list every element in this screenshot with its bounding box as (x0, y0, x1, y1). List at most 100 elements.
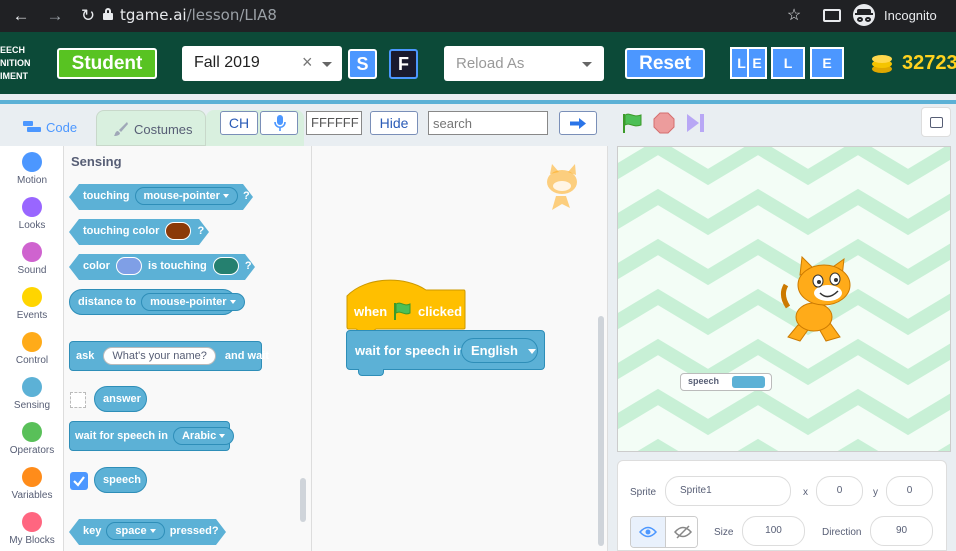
term-select[interactable]: Fall 2019 × (182, 46, 342, 81)
sprite-info-pane: Sprite Sprite1 x 0 y 0 Size 100 Directio… (617, 460, 947, 551)
step-forward-icon[interactable] (685, 112, 707, 134)
block-key-pressed[interactable]: key space pressed? (69, 519, 226, 545)
incognito-label: Incognito (884, 8, 937, 23)
block-speech[interactable]: speech (94, 467, 147, 493)
color-swatch[interactable] (116, 257, 142, 275)
ask-text-input[interactable]: What's your name? (103, 347, 216, 366)
small-stage-icon (930, 117, 943, 128)
category-label: Variables (11, 490, 53, 501)
block-touching[interactable]: touching mouse-pointer ? (69, 184, 253, 210)
go-arrow-button[interactable] (559, 111, 597, 135)
stop-icon[interactable] (653, 112, 675, 134)
block-distance-to[interactable]: distance to mouse-pointer (69, 289, 245, 315)
ch-button[interactable]: CH (220, 111, 258, 135)
bookmark-star-icon[interactable]: ☆ (783, 5, 805, 27)
block-text: touching (83, 190, 130, 202)
block-color-is-touching[interactable]: color is touching ? (69, 254, 255, 280)
block-text: distance to (78, 296, 137, 308)
microphone-button[interactable] (260, 111, 298, 135)
speech-monitor-label: speech (688, 376, 720, 386)
category-operators[interactable]: Operators (0, 422, 64, 456)
green-flag-icon (394, 302, 411, 320)
stage[interactable]: speech (617, 146, 951, 452)
s-button[interactable]: S (348, 49, 377, 79)
show-button[interactable] (631, 517, 665, 547)
color-hex-input[interactable]: FFFFFF (306, 111, 362, 135)
letter-tile[interactable]: E (747, 47, 767, 79)
stage-layout-button[interactable] (921, 107, 951, 137)
hide-sprite-button[interactable] (665, 517, 697, 547)
tab-costumes-label: Costumes (134, 122, 193, 137)
cat-sprite[interactable] (778, 255, 868, 345)
address-bar[interactable]: tgame.ai/lesson/LIA8 (120, 6, 277, 24)
category-label: Events (16, 310, 48, 321)
eye-icon (639, 526, 657, 538)
student-button[interactable]: Student (57, 48, 157, 79)
reload-icon[interactable]: ↻ (77, 5, 99, 27)
clear-icon[interactable]: × (302, 52, 313, 73)
incognito-icon[interactable] (853, 4, 875, 26)
search-input[interactable] (428, 111, 548, 135)
motion-dot-icon (22, 152, 42, 172)
checkmark-icon (73, 476, 85, 487)
cast-icon[interactable] (823, 9, 841, 22)
direction-input[interactable]: 90 (870, 516, 933, 546)
language-dropdown[interactable]: English (461, 338, 538, 363)
x-input[interactable]: 0 (816, 476, 863, 506)
mouse-pointer-dropdown[interactable]: mouse-pointer (141, 293, 245, 312)
category-variables[interactable]: Variables (0, 467, 64, 501)
category-sound[interactable]: Sound (0, 242, 64, 276)
wait-for-speech-block[interactable]: wait for speech in English (346, 330, 545, 370)
tab-code-label: Code (46, 120, 78, 135)
block-text: touching color (83, 225, 160, 237)
block-text: ? (242, 190, 250, 202)
speech-checkbox[interactable] (70, 472, 88, 490)
green-flag-icon[interactable] (621, 112, 643, 134)
mouse-pointer-dropdown[interactable]: mouse-pointer (135, 187, 238, 205)
brand-line: IMENT (0, 71, 28, 81)
block-wait-for-speech[interactable]: wait for speech in Arabic (69, 421, 235, 451)
reset-button[interactable]: Reset (625, 48, 705, 79)
category-label: My Blocks (9, 535, 55, 546)
language-dropdown[interactable]: Arabic (172, 427, 235, 446)
category-motion[interactable]: Motion (0, 152, 64, 186)
hide-button[interactable]: Hide (370, 111, 418, 135)
script-scrollbar[interactable] (598, 316, 604, 546)
y-input[interactable]: 0 (886, 476, 933, 506)
category-looks[interactable]: Looks (0, 197, 64, 231)
dropdown-value: English (471, 343, 518, 358)
event-clicked-label: clicked (418, 304, 463, 319)
dropdown-value: mouse-pointer (150, 296, 227, 309)
sprite-label: Sprite (630, 487, 657, 498)
category-events[interactable]: Events (0, 287, 64, 321)
back-arrow-icon[interactable]: ← (10, 5, 32, 27)
letter-tile[interactable]: E (810, 47, 844, 79)
category-my-blocks[interactable]: My Blocks (0, 512, 64, 546)
reload-as-select[interactable]: Reload As (444, 46, 604, 81)
forward-arrow-icon[interactable]: → (44, 5, 66, 27)
url-path: /lesson/LIA8 (186, 6, 277, 24)
color-swatch[interactable] (213, 257, 239, 275)
sprite-name-input[interactable]: Sprite1 (665, 476, 791, 506)
category-sensing[interactable]: Sensing (0, 377, 64, 411)
speech-monitor[interactable]: speech (680, 373, 772, 391)
category-control[interactable]: Control (0, 332, 64, 366)
tab-code[interactable]: Code (3, 108, 95, 146)
palette-scrollbar[interactable] (300, 478, 306, 522)
answer-checkbox[interactable] (70, 392, 86, 408)
block-answer[interactable]: answer (94, 386, 147, 412)
key-dropdown[interactable]: space (106, 522, 164, 540)
block-text: wait for speech in (75, 430, 168, 442)
dropdown-value: space (115, 525, 147, 538)
tab-costumes[interactable]: Costumes (96, 110, 206, 146)
f-button[interactable]: F (389, 49, 418, 79)
category-label: Sound (17, 265, 47, 276)
block-touching-color[interactable]: touching color ? (69, 219, 209, 245)
size-input[interactable]: 100 (742, 516, 805, 546)
letter-tile[interactable]: L (771, 47, 805, 79)
block-ask-and-wait[interactable]: ask What's your name? and wait (69, 341, 269, 371)
block-text: ? (197, 225, 205, 237)
color-swatch[interactable] (165, 222, 191, 240)
chevron-down-icon (223, 194, 229, 198)
input-value: What's your name? (112, 350, 207, 363)
